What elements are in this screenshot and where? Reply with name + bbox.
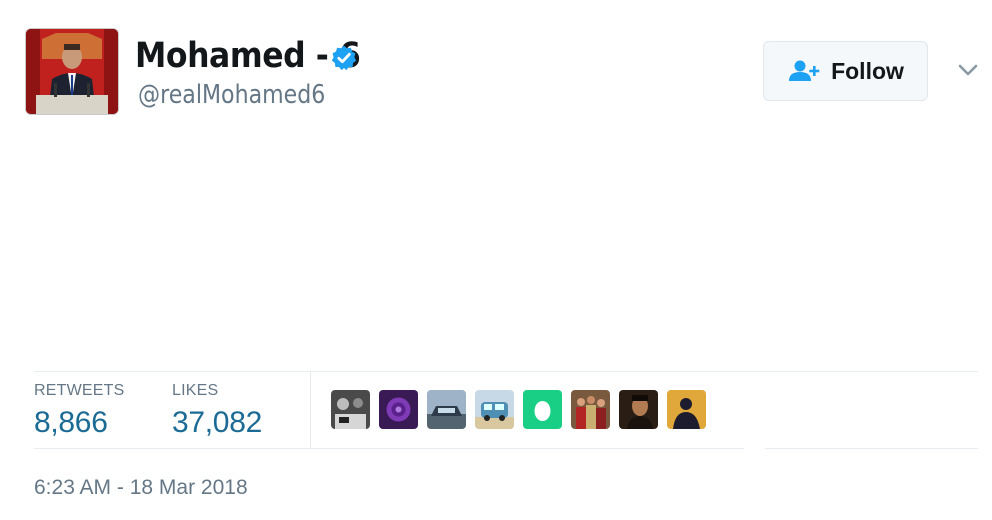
add-user-icon xyxy=(789,60,820,81)
retweets-count: 8,866 xyxy=(34,406,108,439)
user-handle[interactable]: @realMohamed6 xyxy=(138,80,325,110)
profile-avatar[interactable] xyxy=(25,28,119,115)
verified-badge-icon xyxy=(331,45,357,71)
liker-avatar-bw-photo[interactable] xyxy=(331,390,370,429)
follow-button[interactable]: Follow xyxy=(763,41,928,101)
follow-button-label: Follow xyxy=(831,57,904,84)
liker-avatar-silhouette[interactable] xyxy=(667,390,706,429)
chevron-down-icon[interactable] xyxy=(956,60,980,80)
liker-avatar-group-photo[interactable] xyxy=(571,390,610,429)
retweets-label: RETWEETS xyxy=(34,382,125,399)
stats-bottom-divider-right xyxy=(765,448,978,449)
retweets-stat[interactable]: RETWEETS 8,866 xyxy=(34,382,125,440)
display-name[interactable]: Mohamed - 6 xyxy=(135,36,361,76)
avatar-image xyxy=(26,29,118,114)
tweet-timestamp[interactable]: 6:23 AM - 18 Mar 2018 xyxy=(34,476,248,500)
tweet-text-area xyxy=(34,130,974,355)
stats-top-divider xyxy=(34,371,978,372)
liker-avatar-van[interactable] xyxy=(475,390,514,429)
likes-stat[interactable]: LIKES 37,082 xyxy=(172,382,262,440)
liker-avatar-purple-rose[interactable] xyxy=(379,390,418,429)
likes-label: LIKES xyxy=(172,382,219,399)
stats-bottom-divider-left xyxy=(34,448,744,449)
liker-avatar-car[interactable] xyxy=(427,390,466,429)
liker-avatars xyxy=(331,390,706,429)
liker-avatar-portrait-dark[interactable] xyxy=(619,390,658,429)
stats-vertical-divider xyxy=(310,371,311,448)
liker-avatar-default-egg[interactable] xyxy=(523,390,562,429)
likes-count: 37,082 xyxy=(172,406,262,439)
